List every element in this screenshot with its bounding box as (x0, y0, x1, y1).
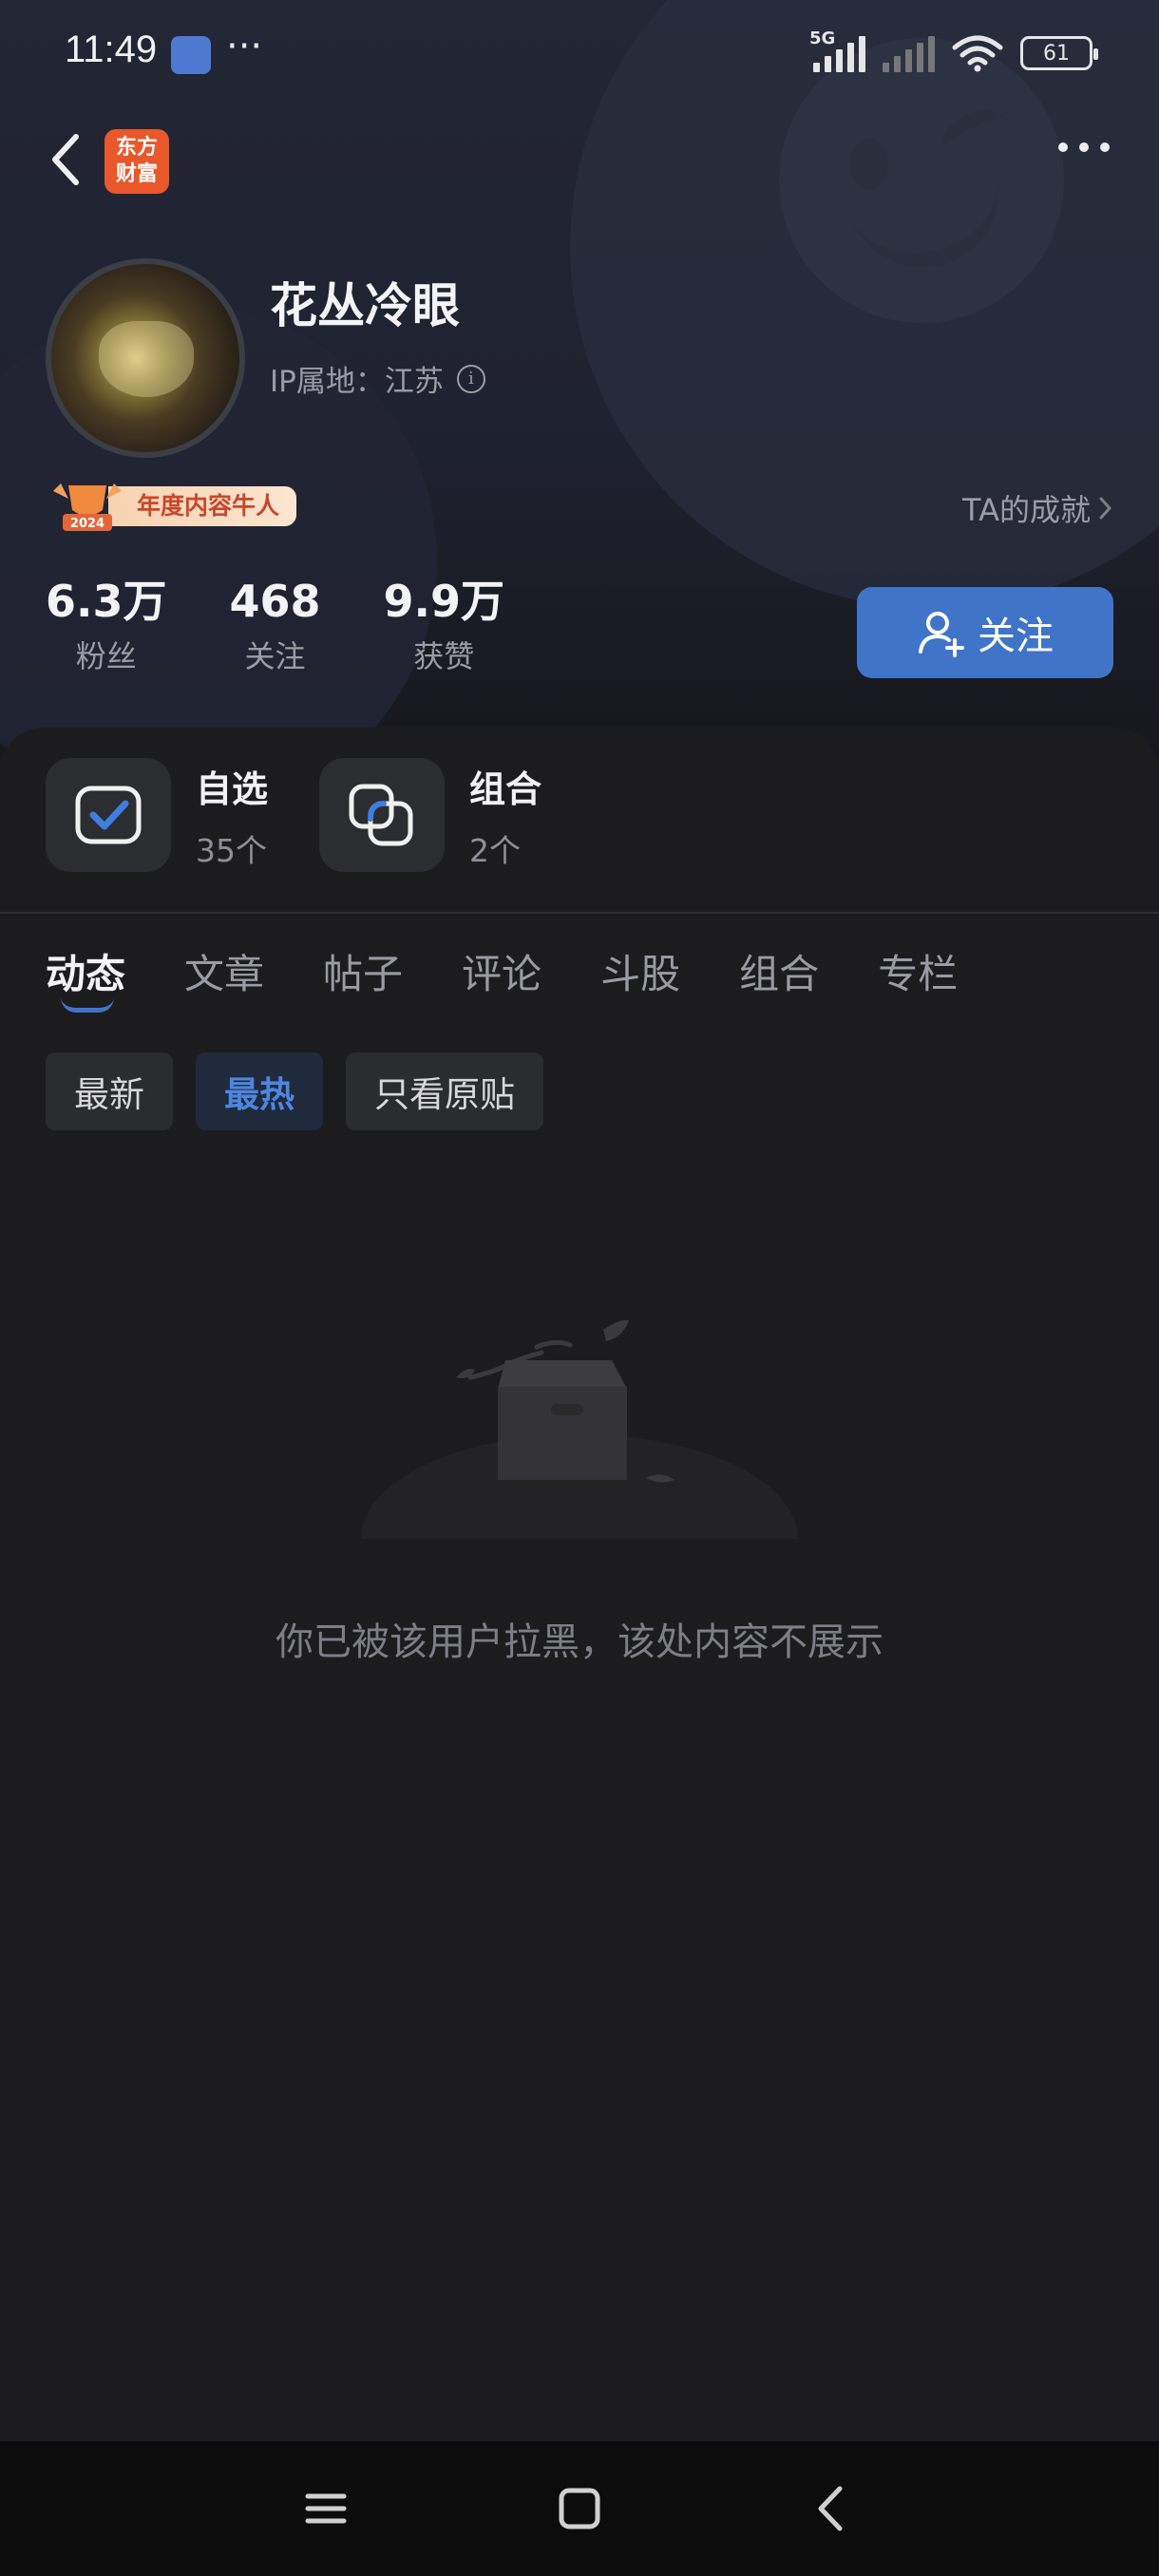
username: 花丛冷眼 (270, 278, 460, 333)
tab-stock-battle[interactable]: 斗股 (600, 942, 680, 1000)
achievements-link[interactable]: TA的成就 (962, 486, 1113, 530)
filter-original-only[interactable]: 只看原贴 (346, 1052, 543, 1130)
home-icon[interactable] (546, 2475, 613, 2542)
add-user-icon (919, 612, 964, 657)
tab-posts[interactable]: 帖子 (323, 942, 403, 1000)
wifi-icon (952, 35, 1003, 72)
stats-row: 6.3万 粉丝 468 关注 9.9万 获赞 (46, 576, 567, 676)
info-icon[interactable]: i (456, 364, 485, 393)
filter-hottest[interactable]: 最热 (196, 1052, 323, 1130)
active-tab-indicator (61, 997, 114, 1013)
back-icon[interactable] (38, 125, 95, 194)
chevron-right-icon (1099, 497, 1112, 520)
avatar[interactable] (46, 258, 245, 458)
ip-location: IP属地：江苏 i (270, 357, 485, 400)
notification-app-icon (171, 36, 211, 74)
status-bar: 11:49 ··· 5G 61 (0, 0, 1159, 112)
status-time: 11:49 (65, 28, 158, 70)
brand-logo[interactable]: 东方财富 (104, 129, 169, 194)
checked-box-icon (75, 786, 142, 844)
divider (0, 912, 1159, 914)
battery-icon: 61 (1020, 36, 1098, 70)
battery-level: 61 (1043, 41, 1070, 66)
empty-box-icon (361, 1319, 798, 1539)
signal-5g-icon: 5G (809, 28, 865, 72)
filter-latest[interactable]: 最新 (46, 1052, 173, 1130)
tab-comments[interactable]: 评论 (462, 942, 542, 1000)
follow-button[interactable]: 关注 (857, 587, 1113, 678)
signal-no-service-icon (883, 34, 935, 72)
menu-icon[interactable] (293, 2475, 359, 2542)
tab-articles[interactable]: 文章 (184, 942, 264, 1000)
content-tabs: 动态 文章 帖子 评论 斗股 组合 专栏 (46, 942, 958, 1000)
system-navigation-bar (0, 2441, 1159, 2576)
back-nav-icon[interactable] (798, 2475, 864, 2542)
trophy-badge-icon: 2024 (53, 483, 122, 531)
more-notifications-icon: ··· (226, 25, 263, 68)
svg-text:2024: 2024 (70, 517, 104, 531)
stat-likes[interactable]: 9.9万 获赞 (384, 576, 505, 676)
empty-state-message: 你已被该用户拉黑，该处内容不展示 (276, 1620, 884, 1664)
tab-activity[interactable]: 动态 (46, 942, 125, 1000)
quick-link-watchlist[interactable]: 自选 35个 (46, 758, 268, 872)
tab-portfolio[interactable]: 组合 (739, 942, 819, 1000)
stat-following[interactable]: 468 关注 (230, 576, 321, 676)
overlapping-squares-icon (349, 784, 413, 846)
stat-followers[interactable]: 6.3万 粉丝 (46, 576, 167, 676)
annual-creator-badge[interactable]: 2024 年度内容牛人 (48, 483, 297, 531)
tab-column[interactable]: 专栏 (878, 942, 958, 1000)
more-options-icon[interactable] (1058, 142, 1110, 152)
quick-link-portfolio[interactable]: 组合 2个 (319, 758, 542, 872)
filter-chips: 最新 最热 只看原贴 (46, 1052, 543, 1130)
